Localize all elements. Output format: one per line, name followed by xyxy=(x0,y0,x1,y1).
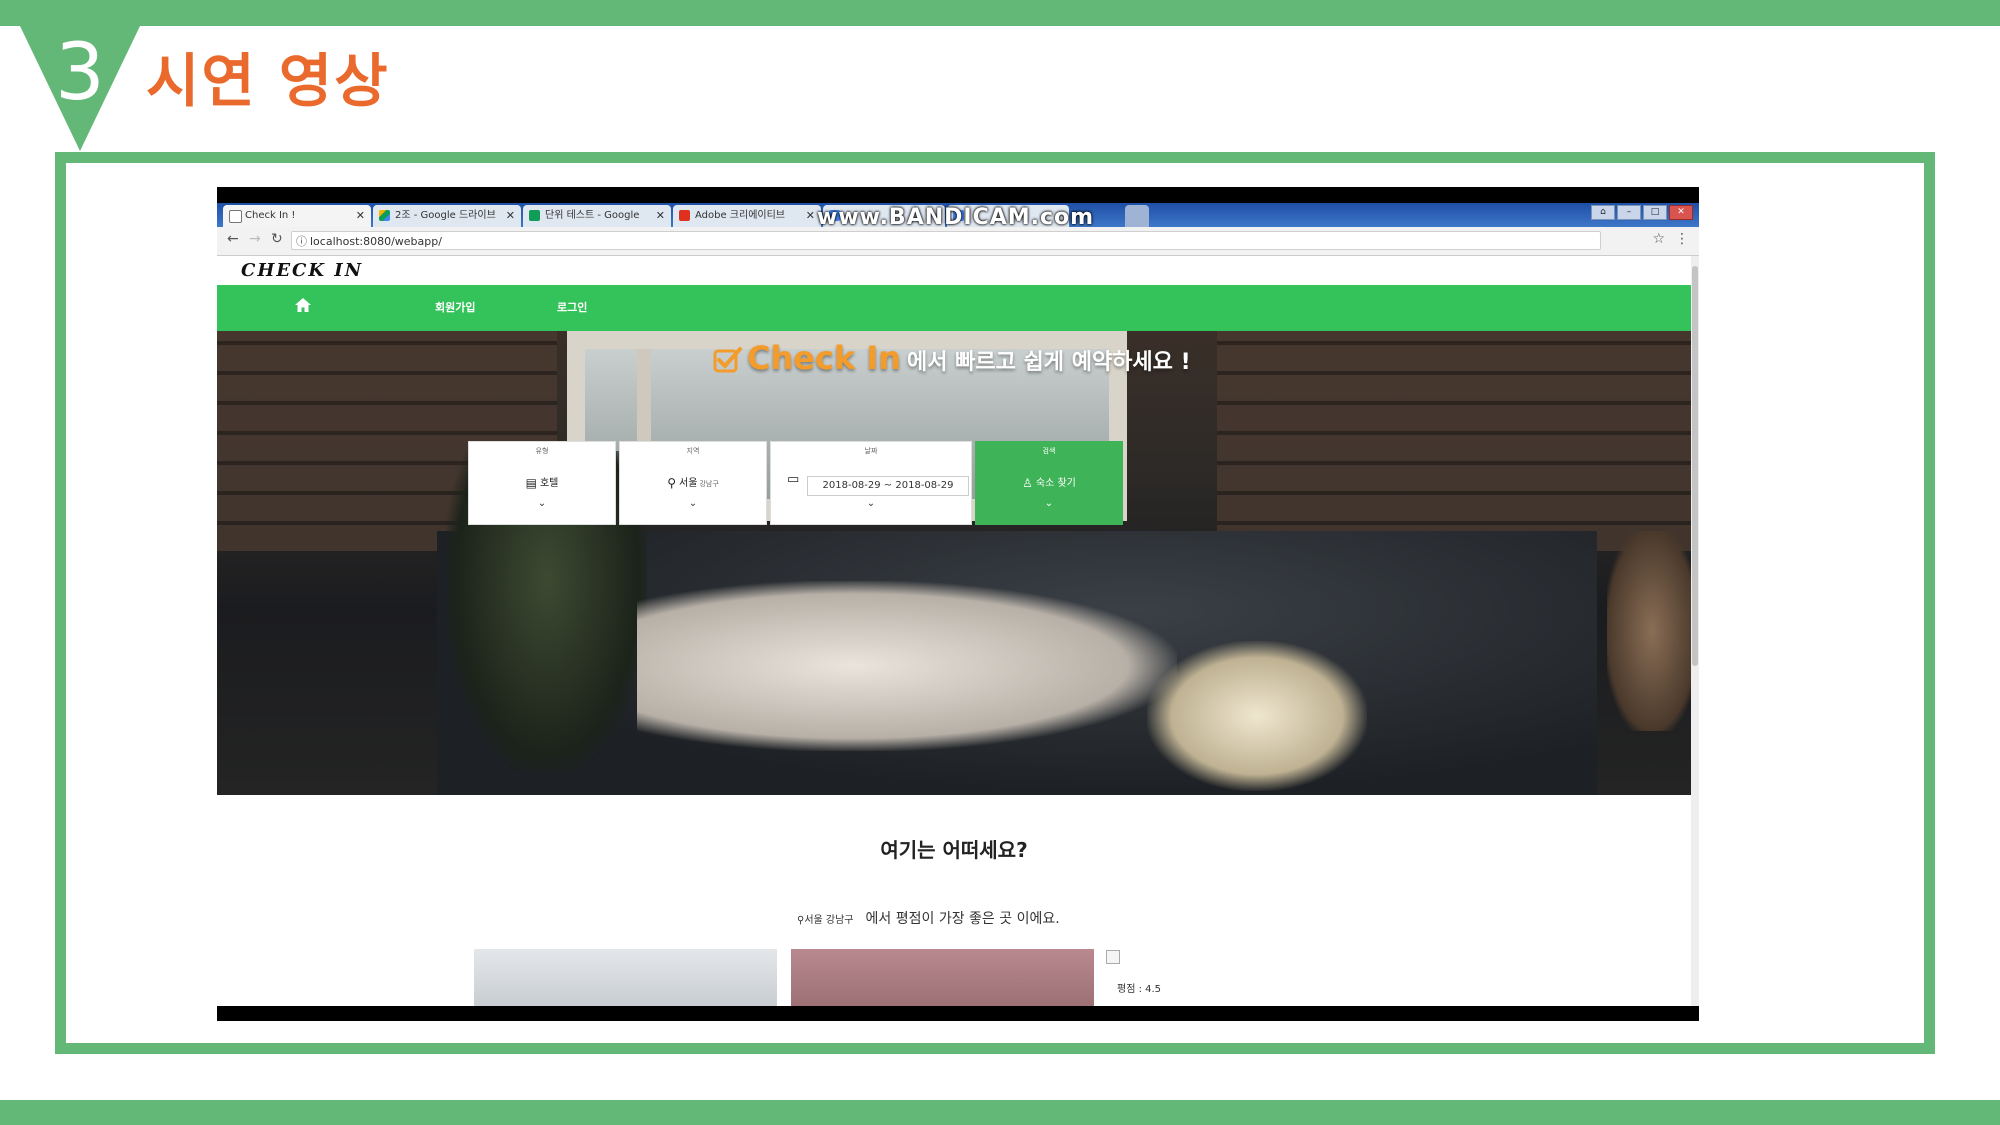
info-icon[interactable]: ⓘ xyxy=(296,232,307,251)
hotel-card-image[interactable] xyxy=(791,949,1094,1006)
nav-login-link[interactable]: 로그인 xyxy=(557,299,587,315)
region-sub: 강남구 xyxy=(699,480,719,488)
hero-background-hair xyxy=(1147,641,1367,791)
close-tab-icon[interactable]: ✕ xyxy=(656,205,665,227)
recommend-text: 에서 평점이 가장 좋은 곳 이에요. xyxy=(865,911,1060,927)
date-range-input[interactable]: 2018-08-29 ~ 2018-08-29 xyxy=(807,476,969,496)
close-icon[interactable]: ✕ xyxy=(1669,205,1693,220)
url-text: localhost:8080/webapp/ xyxy=(310,235,442,248)
address-bar: ← → ↻ ⓘ localhost:8080/webapp/ ☆ ⋮ xyxy=(217,227,1699,256)
browser-screenshot: Check In ! ✕ 2조 - Google 드라이브 ✕ 단위 테스트 -… xyxy=(217,187,1699,1021)
hero-background-logs xyxy=(1607,531,1691,731)
window-controls: ⌂ – □ ✕ xyxy=(1591,205,1693,220)
reload-icon[interactable]: ↻ xyxy=(271,231,283,247)
search-submit-button[interactable]: 검색 ♙ 숙소 찾기 ⌄ xyxy=(975,441,1123,525)
recommend-title: 여기는 어떠세요? xyxy=(880,838,1028,862)
close-tab-icon[interactable]: ✕ xyxy=(506,205,515,227)
video-letterbox xyxy=(217,1006,1699,1021)
region-caption: 지역 xyxy=(686,447,700,455)
home-icon[interactable] xyxy=(293,295,313,315)
calendar-icon: ▭ xyxy=(787,472,800,487)
broken-image-icon[interactable] xyxy=(1106,950,1120,964)
region-value: 서울 xyxy=(679,478,698,489)
chevron-down-icon[interactable]: ⌄ xyxy=(469,498,615,509)
recommend-subline: ⚲서울 강남구 에서 평점이 가장 좋은 곳 이에요. xyxy=(797,908,1060,928)
url-input[interactable]: ⓘ localhost:8080/webapp/ xyxy=(291,231,1601,250)
browser-tab[interactable]: 2조 - Google 드라이브 ✕ xyxy=(373,205,521,227)
tab-label: 단위 테스트 - Google xyxy=(545,210,640,221)
close-tab-icon[interactable]: ✕ xyxy=(806,205,815,227)
hero-tagline: 에서 빠르고 쉽게 예약하세요 ! xyxy=(907,350,1191,375)
bookmark-star-icon[interactable]: ☆ xyxy=(1652,231,1665,247)
page-scrollbar[interactable] xyxy=(1691,256,1699,1006)
google-sheets-icon xyxy=(529,210,540,221)
back-arrow-icon[interactable]: ← xyxy=(227,231,239,247)
chevron-down-icon: ⌄ xyxy=(1044,498,1054,509)
site-logo[interactable]: CHECK IN xyxy=(241,260,363,281)
person-icon: ♙ xyxy=(1022,476,1033,490)
type-caption: 유형 xyxy=(535,447,549,455)
type-value: 호텔 xyxy=(539,478,559,489)
chevron-down-icon[interactable]: ⌄ xyxy=(620,498,766,509)
bottom-accent-bar xyxy=(0,1100,2000,1125)
date-picker[interactable]: 날짜 ▭ 2018-08-29 ~ 2018-08-29 ⌄ xyxy=(770,441,972,525)
chevron-down-icon[interactable]: ⌄ xyxy=(771,498,971,509)
browser-tab[interactable]: Adobe 크리에이티브 ✕ xyxy=(673,205,821,227)
hero-banner: Check In 에서 빠르고 쉽게 예약하세요 ! 유형 ▤ 호텔 ⌄ 지역 ⚲ 서… xyxy=(217,331,1691,795)
scrollbar-thumb[interactable] xyxy=(1692,266,1698,666)
web-page: CHECK IN 회원가입 로그인 Check In 에서 빠르고 쉽게 예약하… xyxy=(217,256,1691,1006)
slide-title: 시연 영상 xyxy=(146,47,390,115)
tab-label: 2조 - Google 드라이브 xyxy=(395,210,496,221)
top-accent-bar xyxy=(0,0,2000,26)
hero-brand: Check In xyxy=(747,339,902,377)
date-caption: 날짜 xyxy=(864,447,878,455)
hero-title: Check In 에서 빠르고 쉽게 예약하세요 ! xyxy=(713,339,1191,377)
minimize-icon[interactable]: – xyxy=(1617,205,1641,220)
nav-signup-link[interactable]: 회원가입 xyxy=(435,299,475,315)
browser-menu-icon[interactable]: ⋮ xyxy=(1675,231,1689,247)
slide-number-badge: 3 xyxy=(20,26,140,151)
building-icon: ▤ xyxy=(525,476,537,490)
hero-background-wall xyxy=(1217,331,1691,551)
site-navbar: 회원가입 로그인 xyxy=(217,285,1691,331)
page-icon xyxy=(229,210,242,223)
submit-label: 숙소 찾기 xyxy=(1035,478,1076,489)
region-select[interactable]: 지역 ⚲ 서울 강남구 ⌄ xyxy=(619,441,767,525)
type-select[interactable]: 유형 ▤ 호텔 ⌄ xyxy=(468,441,616,525)
google-drive-icon xyxy=(379,210,390,221)
forward-arrow-icon[interactable]: → xyxy=(249,231,261,247)
slide-number: 3 xyxy=(55,28,105,118)
hotel-card-image[interactable] xyxy=(474,949,777,1006)
maximize-icon[interactable]: □ xyxy=(1643,205,1667,220)
recommend-location[interactable]: ⚲서울 강남구 xyxy=(797,915,854,926)
new-tab-button[interactable] xyxy=(1125,205,1149,227)
submit-caption: 검색 xyxy=(1042,447,1056,455)
close-tab-icon[interactable]: ✕ xyxy=(356,205,365,227)
tab-label: Adobe 크리에이티브 xyxy=(695,210,786,221)
adobe-icon xyxy=(679,210,690,221)
hotel-rating: 평점 : 4.5 xyxy=(1117,984,1162,995)
browser-tab[interactable]: Check In ! ✕ xyxy=(223,205,371,227)
user-icon[interactable]: ⌂ xyxy=(1591,205,1615,220)
map-pin-icon: ⚲ xyxy=(667,476,677,490)
tab-label: Check In ! xyxy=(245,210,296,221)
checkbox-check-icon xyxy=(713,347,742,373)
hero-background-person xyxy=(637,581,1177,751)
browser-tab[interactable]: 단위 테스트 - Google ✕ xyxy=(523,205,671,227)
